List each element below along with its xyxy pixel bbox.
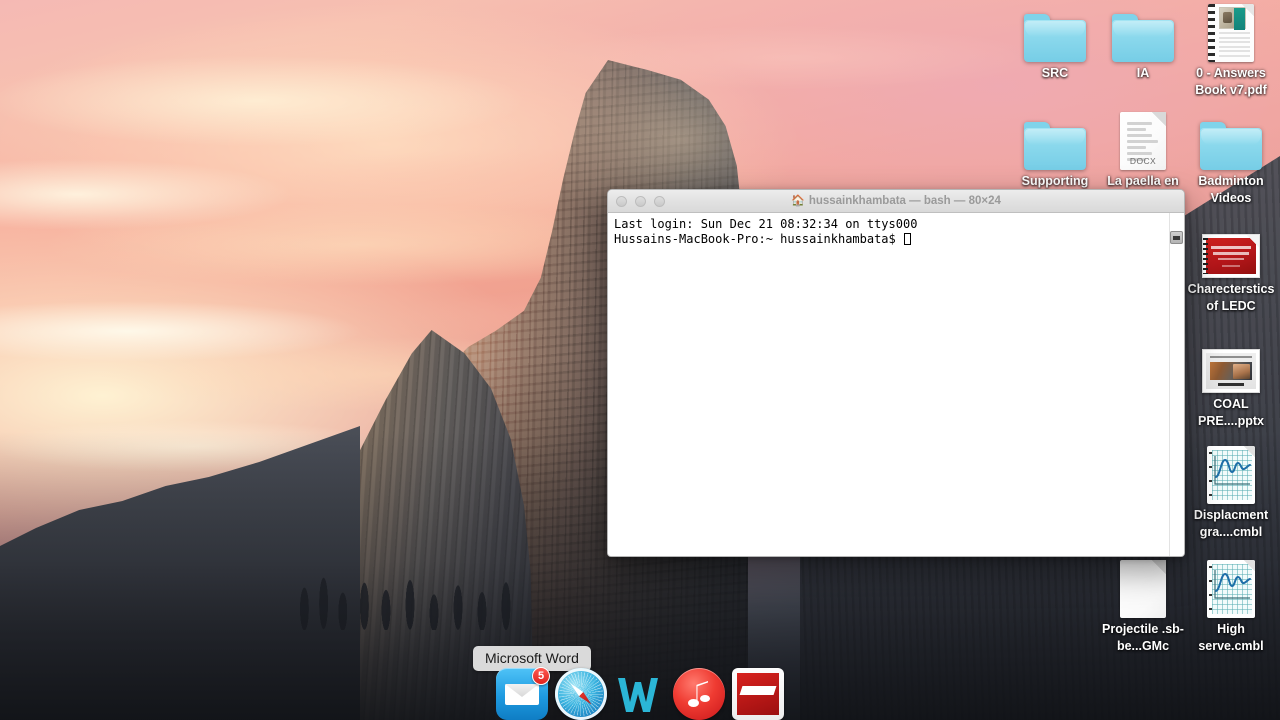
home-folder-icon: 🏠 <box>791 194 805 207</box>
window-controls[interactable] <box>616 195 665 207</box>
pdf-document-icon <box>1199 2 1263 62</box>
close-button[interactable] <box>616 195 627 207</box>
terminal-scrollbar-thumb[interactable] <box>1170 231 1183 244</box>
safari-compass-icon <box>555 668 607 720</box>
desktop-icon-characteristics-ledc[interactable]: Charecterstics of LEDC <box>1183 218 1279 315</box>
logger-pro-graph-icon <box>1199 444 1263 504</box>
mail-unread-badge: 5 <box>532 667 550 685</box>
folder-icon <box>1199 110 1263 170</box>
acrobat-icon <box>732 668 784 720</box>
folder-icon <box>1023 2 1087 62</box>
terminal-line: Last login: Sun Dec 21 08:32:34 on ttys0… <box>614 217 918 231</box>
terminal-titlebar[interactable]: 🏠 hussainkhambata — bash — 80×24 <box>608 190 1184 213</box>
desktop-icon-src[interactable]: SRC <box>1007 2 1103 82</box>
desktop-icon-high-serve-cmbl[interactable]: High serve.cmbl <box>1183 558 1279 655</box>
desktop-icon-la-paella-docx[interactable]: DOCX La paella en <box>1095 110 1191 190</box>
desktop-icon-badminton-videos[interactable]: Badminton Videos <box>1183 110 1279 207</box>
icon-label: La paella en <box>1107 174 1179 188</box>
dock-item-itunes[interactable] <box>673 668 725 720</box>
desktop-icon-answers-book-pdf[interactable]: 0 - Answers Book v7.pdf <box>1183 2 1279 99</box>
desktop-icon-coal-pre-pptx[interactable]: COAL PRE....pptx <box>1183 333 1279 430</box>
logger-pro-graph-icon <box>1199 558 1263 618</box>
powerpoint-slide-icon <box>1199 218 1263 278</box>
dock-item-acrobat[interactable] <box>732 668 784 720</box>
icon-label: High serve.cmbl <box>1198 622 1264 653</box>
zoom-button[interactable] <box>654 195 665 207</box>
terminal-prompt-text: Hussains-MacBook-Pro:~ hussainkhambata$ <box>614 232 903 246</box>
icon-label: SRC <box>1041 66 1069 80</box>
icon-label: Projectile .sb-be...GMc <box>1102 622 1184 653</box>
icon-label: IA <box>1136 66 1150 80</box>
terminal-scrollbar[interactable] <box>1169 213 1184 556</box>
terminal-title-text: hussainkhambata — bash — 80×24 <box>808 195 1001 207</box>
desktop[interactable]: SRC IA 0 - Answers Book v7.pdf Supportin… <box>0 0 1280 720</box>
docx-document-icon: DOCX <box>1111 110 1175 170</box>
folder-icon <box>1111 2 1175 62</box>
dock-item-safari[interactable] <box>555 668 607 720</box>
powerpoint-slide-icon <box>1199 333 1263 393</box>
blank-document-icon <box>1111 558 1175 618</box>
icon-label: Charecterstics of LEDC <box>1187 282 1275 313</box>
terminal-prompt-line: Hussains-MacBook-Pro:~ hussainkhambata$ <box>614 232 1178 247</box>
dock-item-mail[interactable]: 5 <box>496 667 550 720</box>
terminal-title-area: 🏠 hussainkhambata — bash — 80×24 <box>608 195 1184 207</box>
desktop-icon-supporting[interactable]: Supporting <box>1007 110 1103 190</box>
icon-label: Displacment gra....cmbl <box>1193 508 1269 539</box>
icon-label: Badminton Videos <box>1198 174 1264 205</box>
terminal-body[interactable]: Last login: Sun Dec 21 08:32:34 on ttys0… <box>608 213 1184 556</box>
doc-type-badge: DOCX <box>1129 156 1157 166</box>
folder-icon <box>1023 110 1087 170</box>
icon-label: 0 - Answers Book v7.pdf <box>1195 66 1267 97</box>
terminal-cursor <box>903 233 911 245</box>
minimize-button[interactable] <box>635 195 646 207</box>
desktop-icon-displacement-graph-cmbl[interactable]: Displacment gra....cmbl <box>1183 444 1279 541</box>
icon-label: Supporting <box>1021 174 1089 188</box>
desktop-icon-ia[interactable]: IA <box>1095 2 1191 82</box>
microsoft-word-icon <box>614 668 666 720</box>
icon-label: COAL PRE....pptx <box>1198 397 1264 428</box>
desktop-icon-projectile-file[interactable]: Projectile .sb-be...GMc <box>1095 558 1191 655</box>
terminal-window[interactable]: 🏠 hussainkhambata — bash — 80×24 Last lo… <box>607 189 1185 557</box>
dock-item-microsoft-word[interactable] <box>614 668 666 720</box>
itunes-icon <box>673 668 725 720</box>
